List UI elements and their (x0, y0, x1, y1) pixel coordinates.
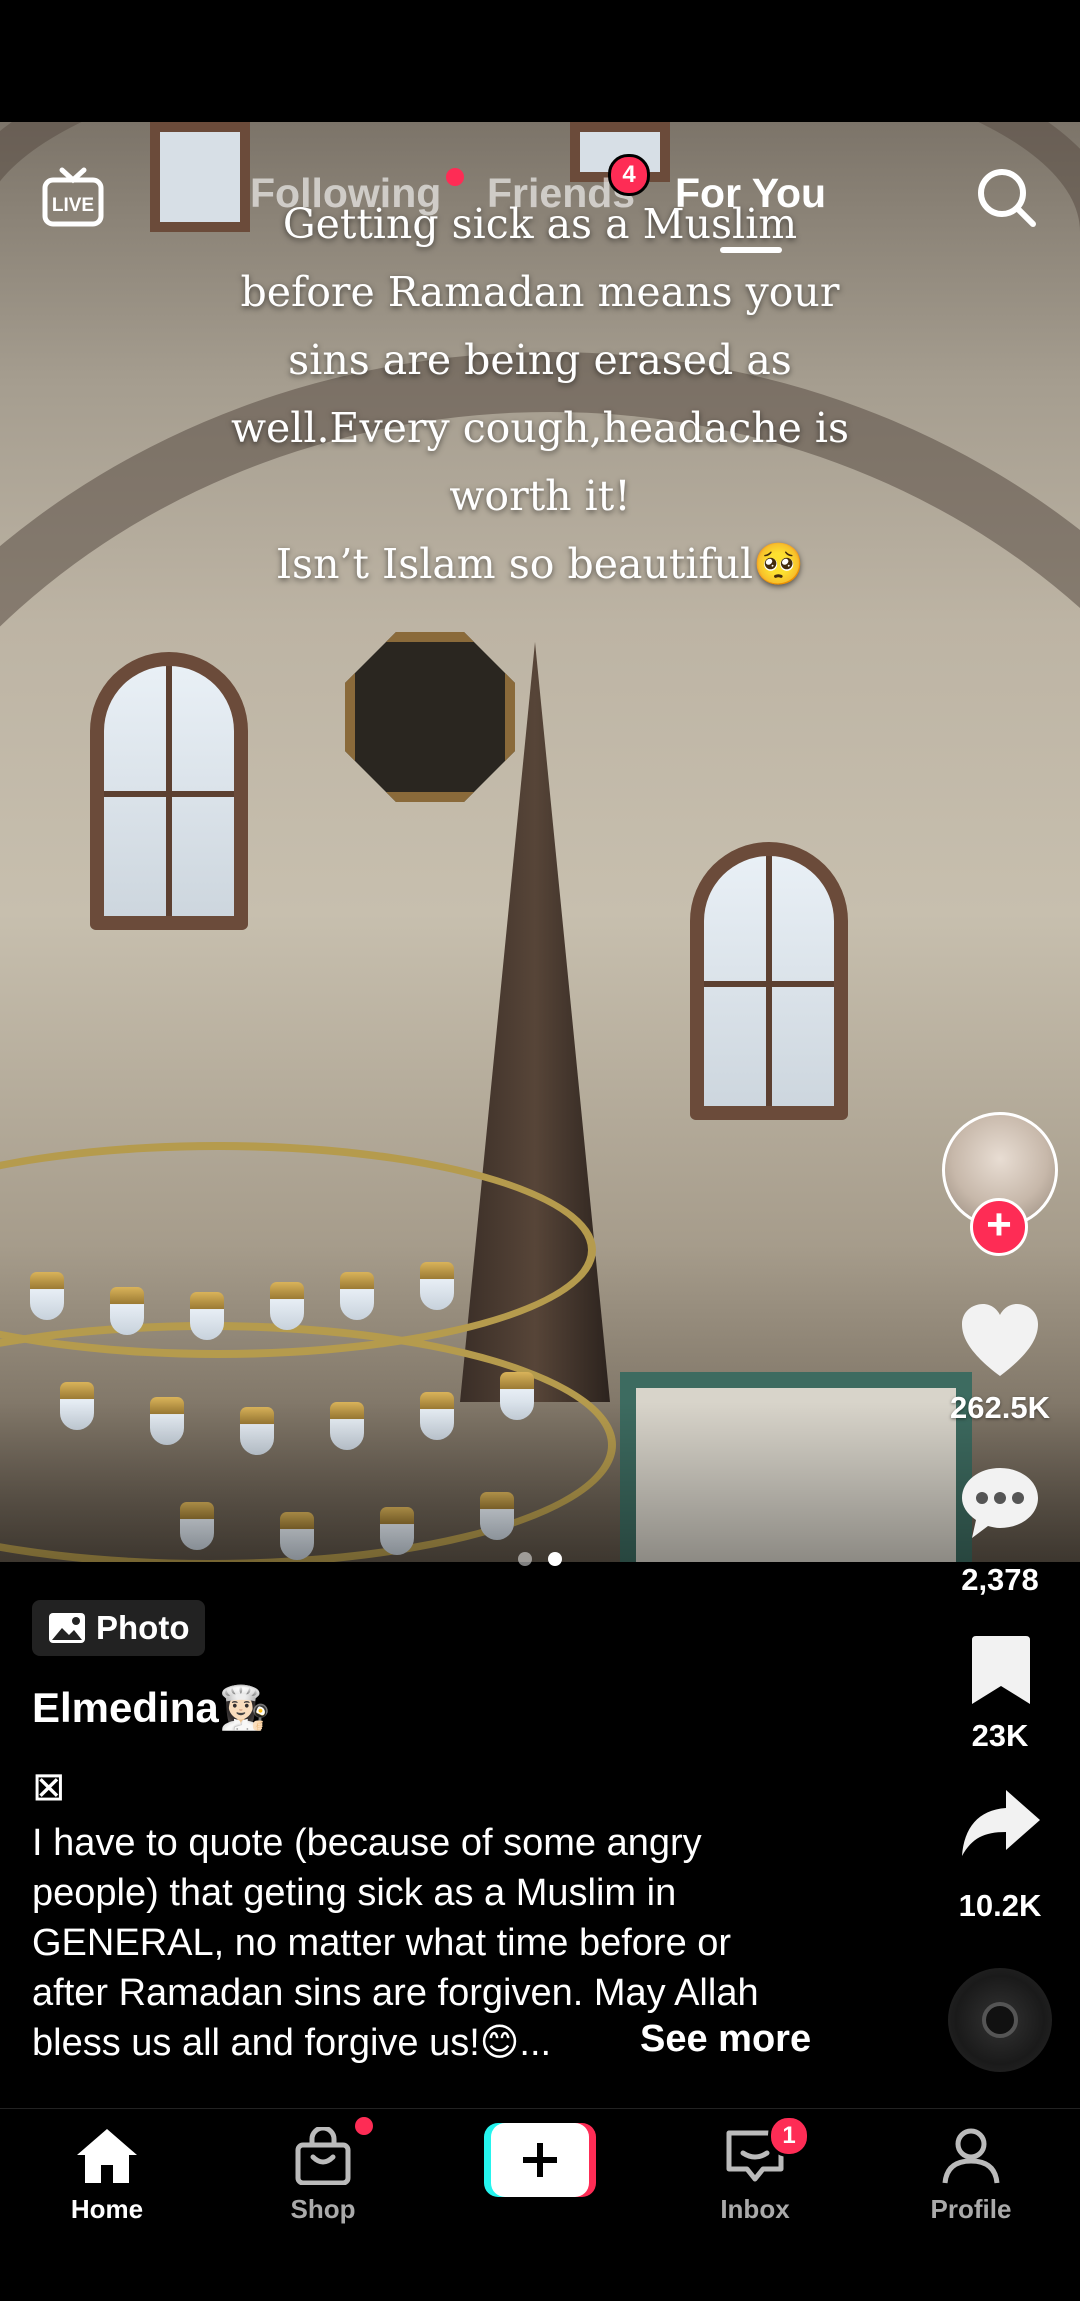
search-button[interactable] (975, 166, 1039, 230)
top-nav: LIVE Following Friends 4 For You (0, 150, 1080, 250)
favorite-count: 23K (971, 1718, 1029, 1753)
nav-home[interactable]: Home (32, 2127, 182, 2225)
carousel-dot-active[interactable] (548, 1552, 562, 1566)
create-button[interactable] (484, 2123, 596, 2197)
svg-text:LIVE: LIVE (52, 195, 94, 216)
sound-disc-icon (982, 2002, 1018, 2038)
nav-profile[interactable]: Profile (896, 2127, 1046, 2225)
home-icon (77, 2129, 137, 2183)
nav-shop-label: Shop (290, 2194, 356, 2224)
shop-notification-dot (355, 2117, 373, 2135)
comment-button[interactable] (958, 1462, 1042, 1546)
live-button[interactable]: LIVE (42, 166, 104, 228)
plus-icon (523, 2143, 557, 2177)
tab-for-you[interactable]: For You (675, 170, 826, 217)
bottom-nav: Home Shop Inbox 1 Profile (0, 2108, 1080, 2301)
lamp (420, 1262, 454, 1310)
arched-window-left (90, 652, 248, 930)
search-icon (978, 169, 1036, 227)
photo-shade (0, 1402, 1080, 1562)
inbox-badge: 1 (768, 2115, 810, 2157)
follow-plus-button[interactable]: + (970, 1198, 1028, 1256)
following-notification-dot (446, 168, 464, 186)
like-button[interactable] (958, 1300, 1042, 1384)
friends-badge: 4 (608, 154, 650, 196)
carousel-dot[interactable] (518, 1552, 532, 1566)
nav-home-label: Home (70, 2194, 144, 2224)
photo-overlay-text: Getting sick as a Muslim before Ramadan … (230, 200, 850, 588)
tab-active-indicator (720, 247, 782, 253)
favorite-button[interactable] (968, 1632, 1034, 1708)
nav-shop[interactable]: Shop (248, 2125, 398, 2225)
comment-bubble-icon (962, 1468, 1038, 1538)
creator-username[interactable]: Elmedina👩🏻‍🍳 (32, 1684, 271, 1733)
share-button[interactable] (960, 1786, 1042, 1862)
lamp (110, 1287, 144, 1335)
lamp (190, 1292, 224, 1340)
share-count: 10.2K (958, 1888, 1042, 1923)
shopping-bag-icon (295, 2125, 351, 2186)
live-tv-icon: LIVE (42, 167, 104, 227)
heart-icon (962, 1304, 1038, 1376)
calligraphy-roundel (345, 632, 515, 802)
nav-inbox-label: Inbox (720, 2194, 790, 2224)
nav-profile-label: Profile (930, 2194, 1012, 2224)
sound-disc-button[interactable] (948, 1968, 1052, 2072)
profile-person-icon (942, 2128, 1000, 2184)
tab-following[interactable]: Following (250, 170, 441, 217)
bookmark-icon (972, 1636, 1030, 1704)
comment-count: 2,378 (961, 1562, 1039, 1597)
photo-badge-label: Photo (96, 1609, 190, 1646)
see-more-link[interactable]: See more (640, 2018, 811, 2061)
like-count: 262.5K (950, 1390, 1050, 1425)
photo-type-badge: Photo (32, 1600, 206, 1656)
caption-glyph: ⊠ (32, 1765, 66, 1809)
arched-window-right (690, 842, 848, 1120)
share-arrow-icon (962, 1790, 1040, 1856)
photo-icon (49, 1613, 85, 1643)
lamp (30, 1272, 64, 1320)
lamp (340, 1272, 374, 1320)
lamp (270, 1282, 304, 1330)
